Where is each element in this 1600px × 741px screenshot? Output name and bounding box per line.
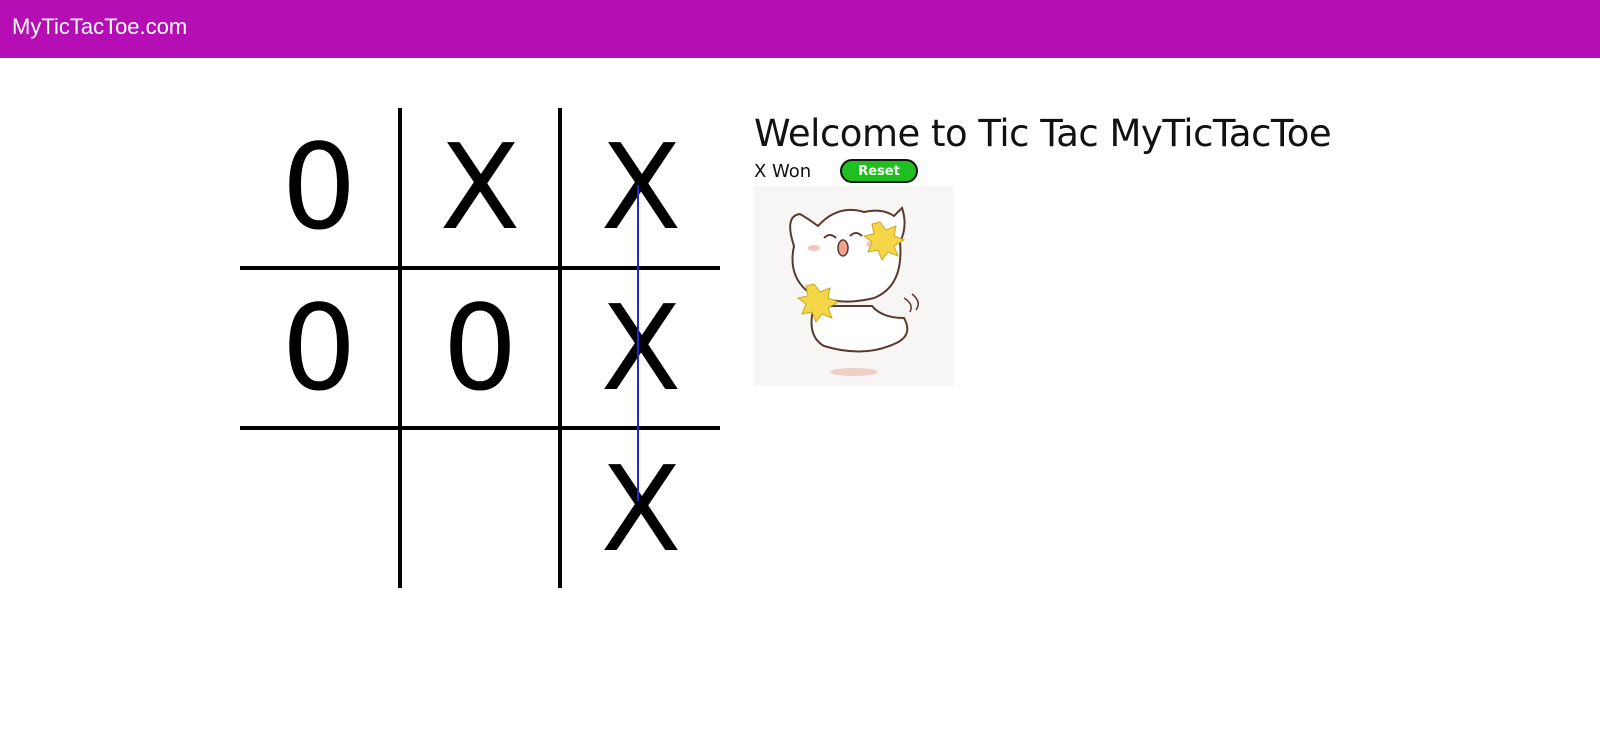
grid-line-vertical-2 [558, 108, 562, 588]
status-row: X Won Reset [754, 158, 1331, 184]
reset-button[interactable]: Reset [840, 159, 918, 183]
board-cell-r1c2[interactable]: X [401, 108, 559, 266]
winning-line [637, 185, 639, 501]
game-info-panel: Welcome to Tic Tac MyTicTacToe X Won Res… [754, 110, 1332, 386]
game-board: 0 X X 0 0 X X [240, 108, 720, 588]
board-cell-r1c3[interactable]: X [562, 108, 720, 266]
board-cell-r1c1[interactable]: 0 [240, 108, 398, 266]
board-cell-r2c1[interactable]: 0 [240, 269, 398, 427]
board-cell-r3c3[interactable]: X [562, 430, 720, 588]
board-cell-r2c3[interactable]: X [562, 269, 720, 427]
board-cell-r2c2[interactable]: 0 [401, 269, 559, 427]
top-nav-bar: MyTicTacToe.com [0, 0, 1600, 58]
board-cell-r3c2[interactable] [401, 430, 559, 588]
board-cell-r3c1[interactable] [240, 430, 398, 588]
grid-line-vertical-1 [398, 108, 402, 588]
grid-line-horizontal-1 [240, 266, 720, 270]
game-status: X Won [754, 160, 812, 182]
page-title: Welcome to Tic Tac MyTicTacToe [754, 112, 1332, 155]
site-brand[interactable]: MyTicTacToe.com [12, 12, 187, 42]
celebration-cat-image [754, 186, 954, 386]
grid-line-horizontal-2 [240, 426, 720, 430]
